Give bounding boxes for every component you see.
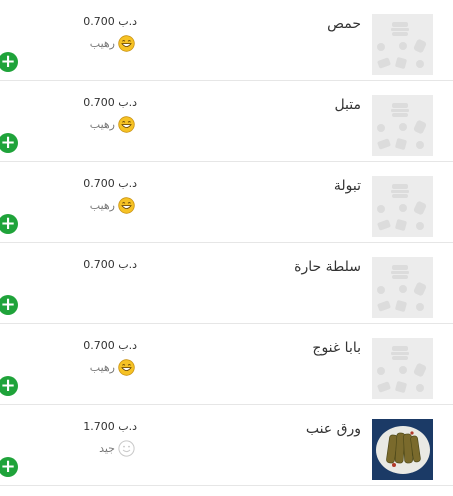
dish-name: تبولة	[333, 178, 361, 194]
dish-rating: رهيب	[90, 358, 135, 376]
dish-name: بابا غنوج	[312, 340, 361, 356]
plus-icon: +	[0, 294, 16, 315]
rating-label: جيد	[99, 441, 115, 455]
plus-icon: +	[0, 132, 16, 153]
dish-rating: جيد	[99, 439, 135, 457]
smile-outline-icon	[118, 439, 135, 457]
dish-placeholder-image[interactable]	[372, 338, 433, 399]
dish-name: حمص	[327, 16, 361, 32]
dish-rating: رهيب	[90, 196, 135, 214]
plus-icon: +	[0, 213, 16, 234]
menu-item-row[interactable]: سلطة حارة د.ب 0.700 +	[0, 243, 453, 324]
dish-price: د.ب 0.700	[83, 177, 137, 190]
menu-item-row[interactable]: متبل د.ب 0.700 رهيب +	[0, 81, 453, 162]
menu-item-row[interactable]: بابا غنوج د.ب 0.700 رهيب +	[0, 324, 453, 405]
rating-label: رهيب	[89, 360, 115, 374]
happy-face-icon	[118, 196, 135, 214]
plus-icon: +	[0, 456, 16, 477]
dish-name: سلطة حارة	[294, 259, 361, 275]
menu-item-row[interactable]: ورق عنب د.ب 1.700 جيد +	[0, 405, 453, 486]
dish-placeholder-image[interactable]	[372, 176, 433, 237]
dish-placeholder-image[interactable]	[372, 257, 433, 318]
dish-price: د.ب 1.700	[83, 420, 137, 433]
add-to-cart-button[interactable]: +	[0, 214, 18, 234]
rating-label: رهيب	[89, 117, 115, 131]
dish-rating: رهيب	[90, 115, 135, 133]
menu-item-row[interactable]: تبولة د.ب 0.700 رهيب +	[0, 162, 453, 243]
add-to-cart-button[interactable]: +	[0, 376, 18, 396]
add-to-cart-button[interactable]: +	[0, 52, 18, 72]
dish-price: د.ب 0.700	[83, 96, 137, 109]
menu-item-row[interactable]: حمص د.ب 0.700 رهيب +	[0, 0, 453, 81]
add-to-cart-button[interactable]: +	[0, 133, 18, 153]
happy-face-icon	[118, 34, 135, 52]
dish-price: د.ب 0.700	[83, 339, 137, 352]
rating-label: رهيب	[89, 36, 115, 50]
dish-name: متبل	[334, 97, 361, 113]
plus-icon: +	[0, 375, 16, 396]
dish-price: د.ب 0.700	[83, 15, 137, 28]
dish-rating: رهيب	[90, 34, 135, 52]
happy-face-icon	[118, 358, 135, 376]
dish-placeholder-image[interactable]	[372, 14, 433, 75]
dish-name: ورق عنب	[305, 421, 361, 437]
dish-placeholder-image[interactable]	[372, 95, 433, 156]
dish-photo[interactable]	[372, 419, 433, 480]
plus-icon: +	[0, 51, 16, 72]
happy-face-icon	[118, 115, 135, 133]
add-to-cart-button[interactable]: +	[0, 457, 18, 477]
add-to-cart-button[interactable]: +	[0, 295, 18, 315]
rating-label: رهيب	[89, 198, 115, 212]
dish-price: د.ب 0.700	[83, 258, 137, 271]
